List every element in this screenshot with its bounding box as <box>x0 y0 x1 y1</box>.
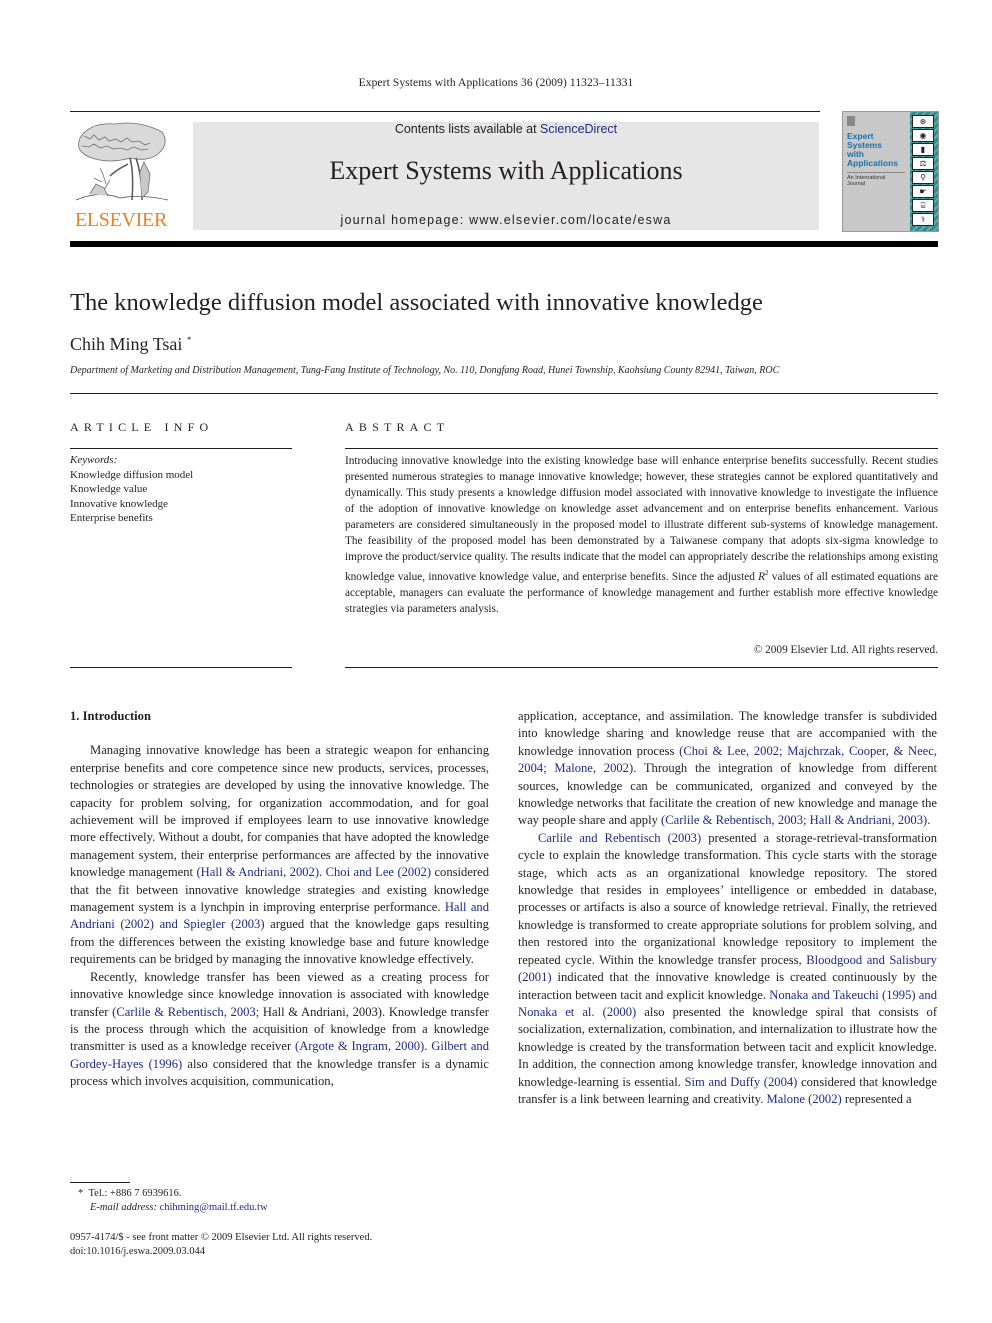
citation-link[interactable]: (Carlile & Rebentisch, 2003; <box>112 1005 259 1019</box>
running-head: Expert Systems with Applications 36 (200… <box>358 77 634 89</box>
article-info-rule <box>70 448 292 449</box>
footnote-email-line: E-mail address: chihming@mail.tf.edu.tw <box>78 1201 268 1215</box>
elsevier-wordmark: ELSEVIER <box>74 209 168 231</box>
abstract-text-part: Introducing innovative knowledge into th… <box>345 455 938 583</box>
keywords-block: Keywords: Knowledge diffusion model Know… <box>70 453 193 526</box>
keyword: Innovative knowledge <box>70 497 169 510</box>
body-column-right: application, acceptance, and assimilatio… <box>518 708 937 1108</box>
header-rule <box>70 111 820 112</box>
article-info-bottom-rule <box>70 667 292 668</box>
abstract-text: Introducing innovative knowledge into th… <box>345 453 938 617</box>
citation-link[interactable]: (Carlile & Reben­tisch, 2003; Hall & And… <box>661 813 927 827</box>
body-column-left: 1. Introduction Managing innovative know… <box>70 708 489 1091</box>
steering-wheel-icon: ⊛ <box>912 115 934 128</box>
abstract-bottom-rule <box>345 667 938 668</box>
cover-pattern-strip: ⊛ ◉ ▮ ⚖ ⚲ ☛ ⌸ ⚕ <box>910 112 938 231</box>
corresponding-author-mark[interactable]: * <box>187 335 192 345</box>
footnote-rule <box>70 1182 130 1183</box>
elsevier-logo[interactable]: ELSEVIER <box>70 118 172 232</box>
body-text: represented a <box>841 1091 912 1106</box>
globe-icon: ◉ <box>912 129 934 142</box>
body-paragraph: Managing innovative knowledge has been a… <box>70 742 489 968</box>
elsevier-tree-icon <box>75 122 169 201</box>
title-rule <box>70 393 938 394</box>
hands-icon: ☛ <box>912 185 934 198</box>
bar-chart-icon: ▮ <box>912 143 934 156</box>
keyword: Knowledge diffusion model <box>70 468 194 481</box>
journal-homepage-link[interactable]: journal homepage: www.elsevier.com/locat… <box>193 213 819 227</box>
citation-link[interactable]: Choi and Lee (2002) <box>326 865 431 879</box>
body-text: presented a storage-retrieval-transforma… <box>518 830 938 967</box>
citation-link[interactable]: Sim and Duffy (2004) <box>685 1075 798 1089</box>
author-affiliation: Department of Marketing and Distribution… <box>70 365 780 376</box>
journal-cover-thumbnail[interactable]: Expert Systems with Applications An Inte… <box>842 111 939 232</box>
body-text: . <box>927 813 931 828</box>
r-squared-symbol: R2 <box>758 569 768 583</box>
abstract-heading: ABSTRACT <box>345 420 450 434</box>
scales-icon: ⚖ <box>912 157 934 170</box>
doi-link[interactable]: doi:10.1016/j.eswa.2009.03.044 <box>70 1245 372 1259</box>
cover-title-line: Applications <box>847 158 899 168</box>
body-text: . <box>319 865 326 880</box>
cover-publisher-logo-icon <box>847 116 855 126</box>
article-info-heading: ARTICLE INFO <box>70 420 214 434</box>
citation-link[interactable]: Carlile and Rebentisch (2003) <box>538 831 701 845</box>
abstract-rule <box>345 448 938 449</box>
article-title: The knowledge diffusion model associated… <box>70 289 763 316</box>
body-text: Managing innovative knowledge has been a… <box>70 743 489 880</box>
footnote-tel: Tel.: +886 7 6939616. <box>88 1188 182 1199</box>
keywords-label: Keywords: <box>70 454 118 466</box>
footnote: * Tel.: +886 7 6939616. E-mail address: … <box>78 1187 268 1215</box>
section-heading-introduction: 1. Introduction <box>70 709 151 723</box>
journal-masthead: Contents lists available at ScienceDirec… <box>193 122 819 230</box>
body-paragraph: Recently, knowledge transfer has been vi… <box>70 969 489 1091</box>
body-paragraph: application, acceptance, and assimilatio… <box>518 708 937 830</box>
keyword: Enterprise benefits <box>70 512 153 525</box>
email-label: E-mail address: <box>90 1202 157 1213</box>
citation-link[interactable]: (Hall & Andriani, 2002) <box>196 865 319 879</box>
cover-title: Expert Systems with Applications <box>847 132 898 168</box>
author-line: Chih Ming Tsai * <box>70 334 191 355</box>
footnote-mark: * <box>78 1188 84 1199</box>
sciencedirect-link[interactable]: ScienceDirect <box>540 122 617 136</box>
contents-line: Contents lists available at ScienceDirec… <box>193 122 819 136</box>
journal-title: Expert Systems with Applications <box>329 156 683 185</box>
body-paragraph: Carlile and Rebentisch (2003) presented … <box>518 830 937 1109</box>
caduceus-icon: ⚕ <box>912 213 934 226</box>
instrument-icon: ⌸ <box>912 199 934 212</box>
masthead-thick-rule <box>70 241 938 247</box>
keyword: Knowledge value <box>70 483 148 496</box>
cover-subtitle: An International Journal <box>847 172 905 187</box>
email-link[interactable]: chihming@mail.tf.edu.tw <box>160 1202 268 1213</box>
front-matter: 0957-4174/$ - see front matter © 2009 El… <box>70 1231 372 1259</box>
contents-prefix: Contents lists available at <box>394 122 541 136</box>
microscope-icon: ⚲ <box>912 171 934 184</box>
r-symbol: R <box>758 571 766 583</box>
citation-link[interactable]: (Argote & Ingram, 2000) <box>295 1039 424 1053</box>
citation-link[interactable]: Malone (2002) <box>767 1092 842 1106</box>
abstract-copyright: © 2009 Elsevier Ltd. All rights reserved… <box>753 644 938 656</box>
footnote-tel-line: * Tel.: +886 7 6939616. <box>78 1187 268 1201</box>
issn-line: 0957-4174/$ - see front matter © 2009 El… <box>70 1232 373 1243</box>
author-name: Chih Ming Tsai <box>70 334 183 354</box>
cover-subtitle-line: Journal <box>847 181 866 187</box>
